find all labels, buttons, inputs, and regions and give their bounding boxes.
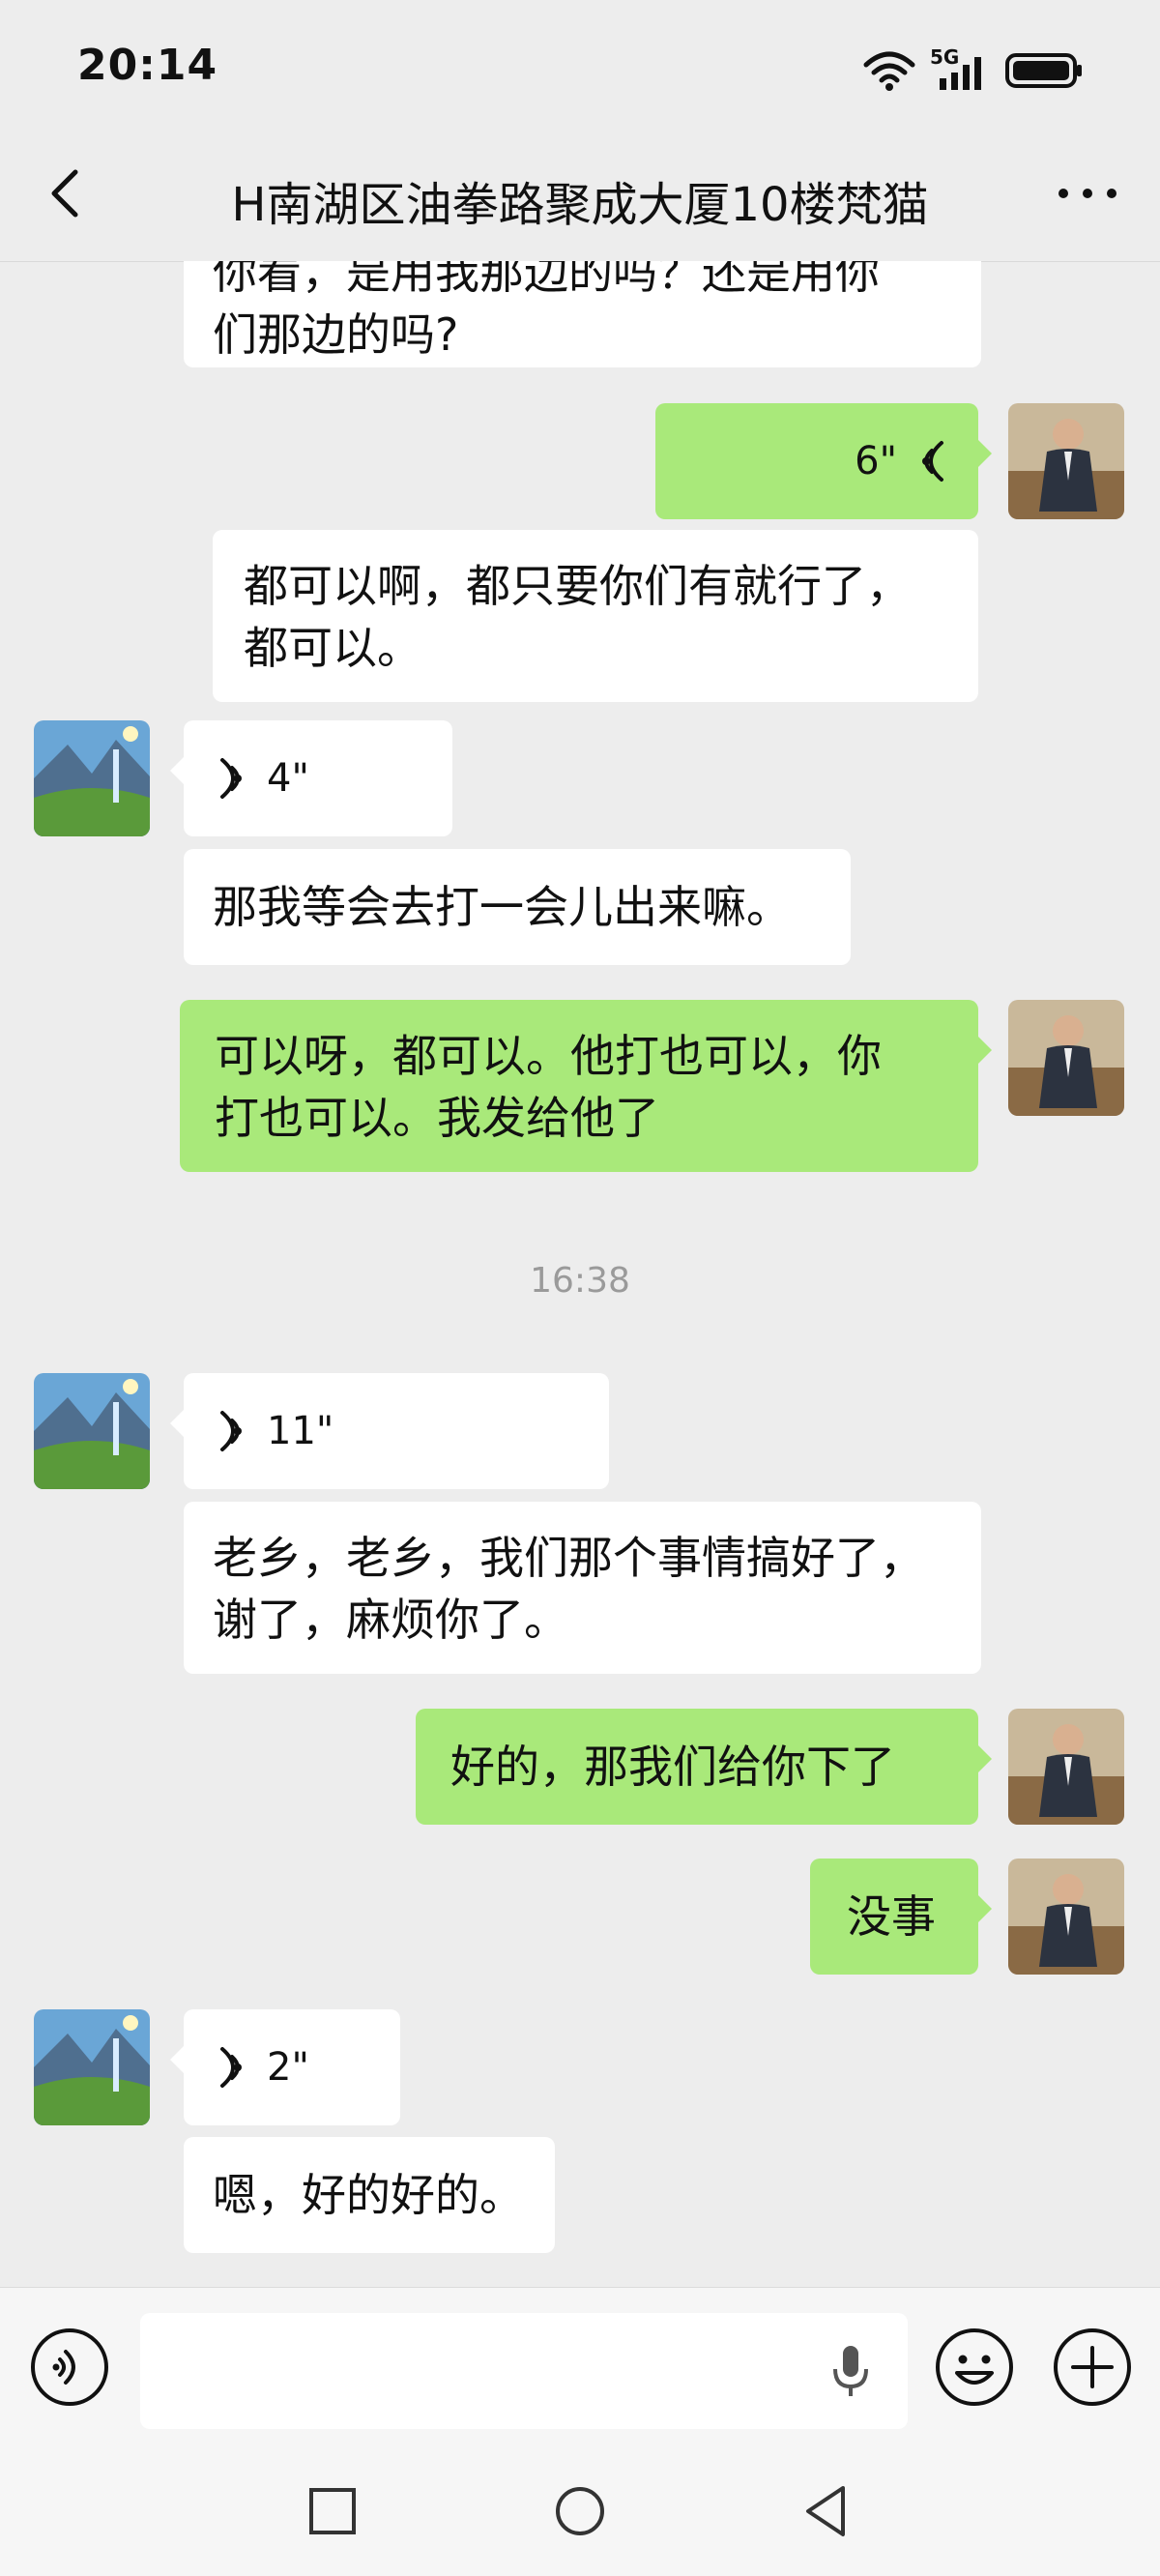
message-bubble-outgoing[interactable]: 没事 [810,1859,992,1975]
message-text: 那我等会去打一会儿出来嘛。 [213,881,791,933]
message-bubble-incoming[interactable]: 都可以啊，都只要你们有就行了， 都可以。 [213,530,978,702]
message-bubble-outgoing[interactable]: 可以呀，都可以。他打也可以，你 打也可以。我发给他了 [180,1000,992,1172]
chat-header: H南湖区油拳路聚成大厦10楼梵猫 [0,135,1160,262]
voice-message-incoming[interactable]: 4" [170,720,452,836]
contact-avatar[interactable] [34,2009,150,2125]
voice-duration: 6" [855,439,897,483]
message-text: 好的，那我们给你下了 [450,1741,895,1793]
plus-icon[interactable] [1052,2327,1133,2408]
message-text: 都可以。 [244,622,421,674]
contact-avatar[interactable] [34,720,150,836]
home-icon[interactable] [551,2482,609,2540]
message-list[interactable]: 你看，是用我那边的吗？还是用你 们那边的吗? 6" 都可以啊，都只要你们有就行了… [0,261,1160,2287]
message-text: 你看，是用我那边的吗？还是用你 [213,261,880,299]
microphone-icon[interactable] [831,2344,870,2398]
battery-icon [1005,53,1082,88]
voice-message-incoming[interactable]: 11" [170,1373,609,1489]
message-text: 都可以啊，都只要你们有就行了， [244,560,911,612]
message-bubble-incoming[interactable]: 你看，是用我那边的吗？还是用你 们那边的吗? [184,261,981,367]
voice-message-outgoing[interactable]: 6" [655,403,992,519]
message-bubble-incoming[interactable]: 那我等会去打一会儿出来嘛。 [184,849,851,965]
status-bar: 20:14 5G [0,0,1160,135]
message-bubble-outgoing[interactable]: 好的，那我们给你下了 [416,1709,992,1825]
cellular-signal-icon: 5G [930,45,992,92]
back-icon[interactable] [798,2482,856,2540]
timestamp: 16:38 [530,1261,630,1301]
contact-avatar[interactable] [34,1373,150,1489]
recent-apps-icon[interactable] [304,2482,362,2540]
my-avatar[interactable] [1008,1709,1124,1825]
my-avatar[interactable] [1008,403,1124,519]
more-dots-icon[interactable] [1054,179,1121,208]
chat-title: H南湖区油拳路聚成大厦10楼梵猫 [231,178,929,232]
message-text: 没事 [847,1890,936,1943]
message-bubble-incoming[interactable]: 老乡，老乡，我们那个事情搞好了， 谢了，麻烦你了。 [184,1502,981,1674]
input-bar [0,2287,1160,2447]
message-text: 们那边的吗? [213,308,459,361]
voice-wave-icon [922,441,943,482]
voice-message-incoming[interactable]: 2" [170,2009,400,2125]
message-input[interactable] [140,2313,908,2429]
voice-wave-icon [220,758,242,799]
voice-duration: 4" [267,756,309,801]
my-avatar[interactable] [1008,1859,1124,1975]
voice-wave-icon [220,2047,242,2088]
my-avatar[interactable] [1008,1000,1124,1116]
voice-wave-icon [220,1411,242,1451]
voice-duration: 11" [267,1409,334,1453]
chevron-left-icon[interactable] [39,164,97,222]
voice-mode-icon[interactable] [29,2327,110,2408]
voice-duration: 2" [267,2045,309,2090]
emoji-icon[interactable] [934,2327,1015,2408]
message-text: 嗯，好的好的。 [213,2169,524,2221]
message-text: 打也可以。我发给他了 [215,1092,659,1144]
wifi-icon [863,51,915,91]
message-bubble-incoming[interactable]: 嗯，好的好的。 [184,2137,555,2253]
message-text: 可以呀，都可以。他打也可以，你 [215,1030,882,1082]
message-text: 谢了，麻烦你了。 [213,1594,568,1646]
status-time: 20:14 [77,41,218,90]
system-nav-bar [0,2446,1160,2576]
status-icons: 5G [862,45,1083,95]
message-text: 老乡，老乡，我们那个事情搞好了， [213,1532,924,1584]
